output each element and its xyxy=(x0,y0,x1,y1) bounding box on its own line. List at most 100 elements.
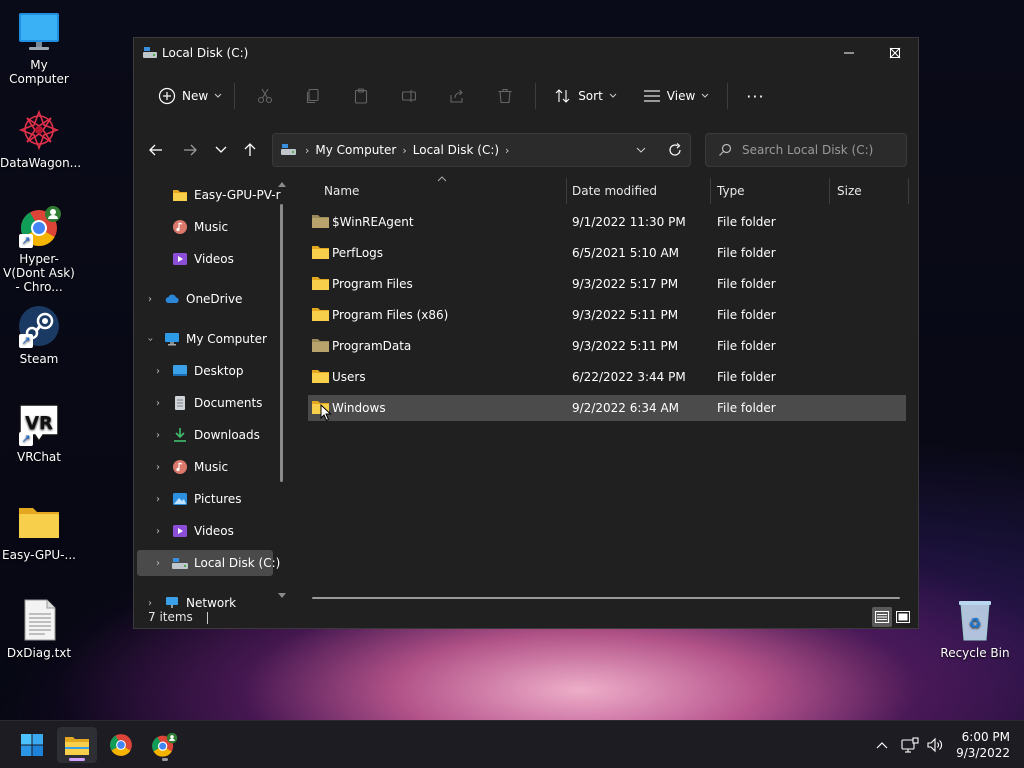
close-button[interactable] xyxy=(872,38,918,68)
nav-item-label: Music xyxy=(194,220,229,234)
nav-item-music[interactable]: › Music xyxy=(137,454,273,480)
more-options-button[interactable]: ··· xyxy=(740,80,770,112)
search-input[interactable] xyxy=(742,143,902,157)
taskbar-chrome[interactable] xyxy=(101,727,141,763)
nav-item-documents[interactable]: › Documents xyxy=(137,390,273,416)
file-name: Users xyxy=(332,370,366,384)
nav-item-my-computer[interactable]: › My Computer xyxy=(137,326,273,352)
file-type: File folder xyxy=(717,215,776,229)
start-button[interactable] xyxy=(12,727,52,763)
file-name: Windows xyxy=(332,401,386,415)
file-row[interactable]: Users 6/22/2022 3:44 PM File folder xyxy=(308,364,906,390)
column-header-date[interactable]: Date modified xyxy=(572,178,657,204)
sort-button-label: Sort xyxy=(578,89,603,103)
tiles-view-button[interactable] xyxy=(893,607,913,627)
maximize-button-real[interactable] xyxy=(825,38,871,68)
nav-item-downloads[interactable]: › Downloads xyxy=(137,422,273,448)
view-button[interactable]: View xyxy=(637,80,715,112)
file-row[interactable]: Program Files 9/3/2022 5:17 PM File fold… xyxy=(308,271,906,297)
share-button[interactable] xyxy=(433,80,481,112)
copy-button[interactable] xyxy=(289,80,337,112)
toolbar-divider xyxy=(727,83,729,109)
show-hidden-icons-button[interactable] xyxy=(870,721,894,768)
speaker-icon xyxy=(927,737,942,753)
breadcrumb-my-computer[interactable]: My Computer xyxy=(315,143,396,157)
file-list[interactable]: Name Date modified Type Size $WinREAgent… xyxy=(308,176,909,598)
address-history-dropdown[interactable] xyxy=(628,133,654,167)
drive-icon xyxy=(172,558,188,569)
taskbar-chrome-profile[interactable] xyxy=(145,727,185,763)
nav-item-videos-quick[interactable]: Videos xyxy=(137,246,273,272)
file-row[interactable]: PerfLogs 6/5/2021 5:10 AM File folder xyxy=(308,240,906,266)
file-explorer-window[interactable]: Local Disk (C:) New Sort View ··· › My C… xyxy=(133,37,919,629)
title-bar[interactable]: Local Disk (C:) xyxy=(134,38,918,70)
nav-item-onedrive[interactable]: › OneDrive xyxy=(137,286,273,312)
details-view-button[interactable] xyxy=(872,607,892,627)
nav-item-local-disk[interactable]: › Local Disk (C:) xyxy=(137,550,280,576)
nav-item-network[interactable]: › Network xyxy=(137,590,273,608)
clock-time: 6:00 PM xyxy=(961,730,1010,744)
desktop-icon-recycle-bin[interactable]: ♻ Recycle Bin xyxy=(936,598,1014,660)
desktop-icon-dxdiag[interactable]: DxDiag.txt xyxy=(0,598,78,660)
file-list-horizontal-scrollbar[interactable] xyxy=(312,597,900,599)
back-button[interactable] xyxy=(141,133,171,167)
clock[interactable]: 6:00 PM 9/3/2022 xyxy=(956,729,1010,761)
rename-button[interactable] xyxy=(385,80,433,112)
column-header-label: Date modified xyxy=(572,184,658,198)
refresh-button[interactable] xyxy=(662,133,688,167)
chrome-profile-icon xyxy=(152,732,178,757)
forward-button[interactable] xyxy=(175,133,205,167)
cut-button[interactable] xyxy=(241,80,289,112)
nav-item-videos[interactable]: › Videos xyxy=(137,518,273,544)
running-app-indicator xyxy=(162,758,168,761)
sort-button[interactable]: Sort xyxy=(548,80,623,112)
column-divider[interactable] xyxy=(710,178,711,204)
vrchat-logo-text: VR xyxy=(25,413,53,434)
column-divider[interactable] xyxy=(908,178,909,204)
nav-item-label: OneDrive xyxy=(186,292,243,306)
nav-item-pictures[interactable]: › Pictures xyxy=(137,486,273,512)
new-button[interactable]: New xyxy=(152,80,228,112)
column-divider[interactable] xyxy=(829,178,830,204)
file-row[interactable]: Program Files (x86) 9/3/2022 5:11 PM Fil… xyxy=(308,302,906,328)
breadcrumb-local-disk[interactable]: Local Disk (C:) xyxy=(413,143,499,157)
taskbar-file-explorer[interactable] xyxy=(57,727,97,763)
download-icon xyxy=(174,428,186,442)
nav-item-label: Videos xyxy=(194,524,234,538)
column-header-name[interactable]: Name xyxy=(324,178,359,204)
file-type: File folder xyxy=(717,370,776,384)
nav-item-label: Pictures xyxy=(194,492,242,506)
desktop-icon-easy-gpu-folder[interactable]: Easy-GPU-... xyxy=(0,500,78,562)
desktop-icon-steam[interactable]: ↗ Steam xyxy=(0,304,78,366)
nav-item-desktop[interactable]: › Desktop xyxy=(137,358,273,384)
desktop-icon xyxy=(173,365,187,376)
music-icon xyxy=(173,220,187,234)
up-button[interactable] xyxy=(235,133,265,167)
document-icon xyxy=(175,396,185,410)
file-row-selected[interactable]: Windows 9/2/2022 6:34 AM File folder xyxy=(308,395,906,422)
desktop-icon-datawagon[interactable]: DataWagon... xyxy=(0,108,81,170)
file-row[interactable]: ProgramData 9/3/2022 5:11 PM File folder xyxy=(308,333,906,359)
drive-icon xyxy=(281,144,296,155)
column-divider[interactable] xyxy=(566,178,567,204)
monitor-icon xyxy=(165,333,179,346)
recent-locations-button[interactable] xyxy=(206,133,236,167)
file-row[interactable]: $WinREAgent 9/1/2022 11:30 PM File folde… xyxy=(308,209,906,235)
search-box[interactable] xyxy=(705,133,907,167)
scrollbar-thumb[interactable] xyxy=(280,204,283,482)
desktop-icon-hyperv-chrome[interactable]: ↗ Hyper-V(Dont Ask) - Chro... xyxy=(0,204,78,294)
nav-item-music-quick[interactable]: Music xyxy=(137,214,273,240)
navigation-pane[interactable]: Easy-GPU-PV-r Music Videos › OneDrive › … xyxy=(134,178,286,608)
column-header-type[interactable]: Type xyxy=(717,178,745,204)
paste-button[interactable] xyxy=(337,80,385,112)
network-status-button[interactable] xyxy=(898,721,922,768)
desktop-icon-my-computer[interactable]: My Computer xyxy=(0,10,78,86)
chevron-down-icon xyxy=(701,93,709,98)
desktop-icon-vrchat[interactable]: VR ↗ VRChat xyxy=(0,402,78,464)
nav-item-label: Videos xyxy=(194,252,234,266)
nav-item-easy-gpu[interactable]: Easy-GPU-PV-r xyxy=(137,182,281,208)
column-header-size[interactable]: Size xyxy=(837,178,862,204)
nav-pane-scrollbar[interactable] xyxy=(277,178,287,606)
delete-button[interactable] xyxy=(481,80,529,112)
volume-button[interactable] xyxy=(924,721,948,768)
